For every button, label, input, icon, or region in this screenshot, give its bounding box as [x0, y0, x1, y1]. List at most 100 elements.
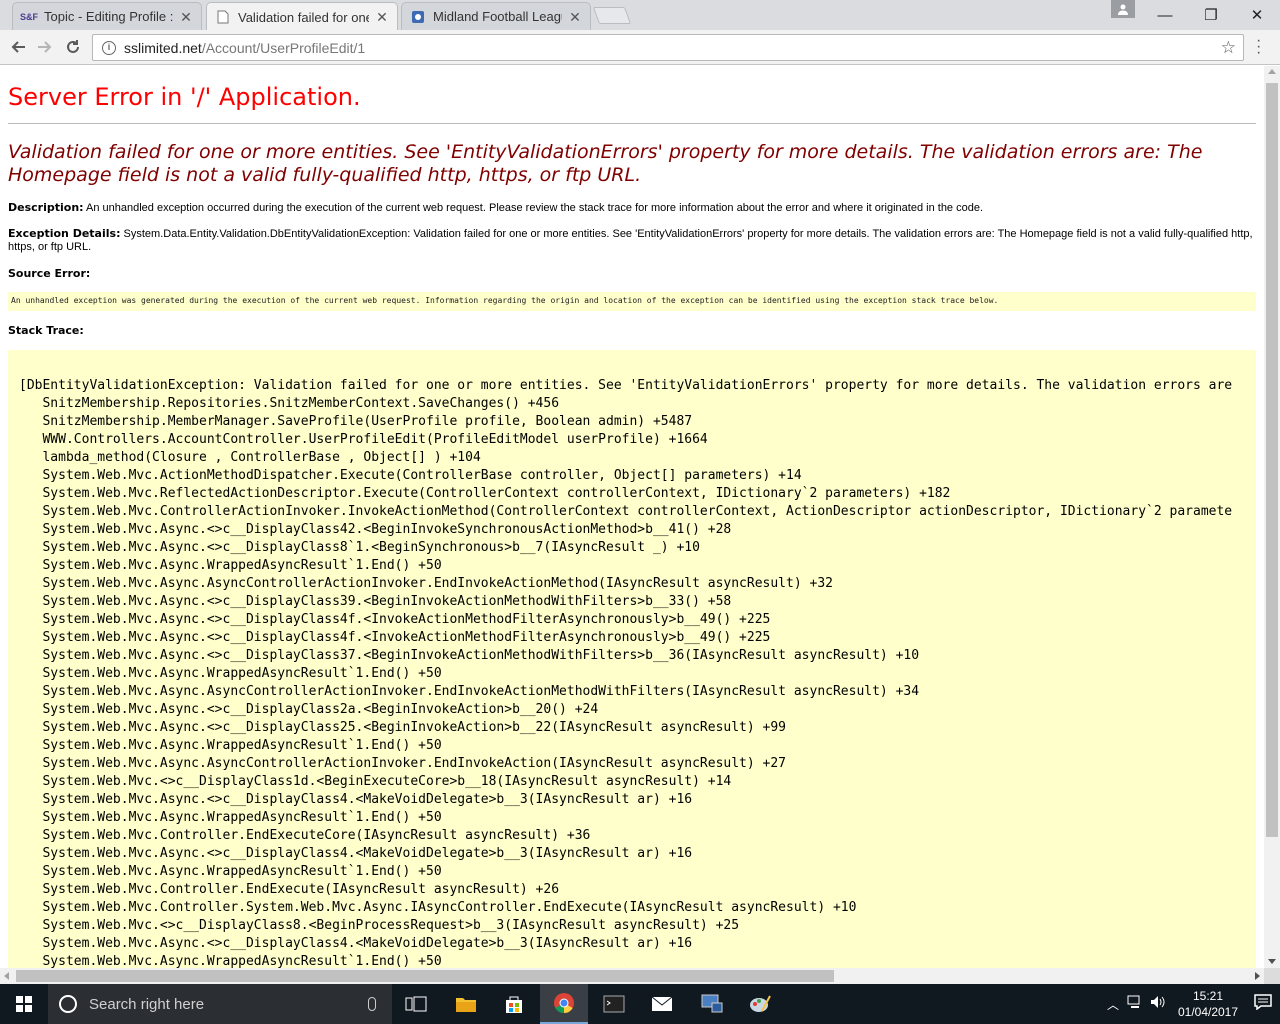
site-info-icon[interactable]: i [102, 40, 116, 55]
clock-time: 15:21 [1192, 989, 1224, 1003]
description-text: An unhandled exception occurred during t… [83, 202, 984, 214]
browser-menu-icon[interactable]: · · · [1256, 33, 1262, 61]
stack-trace-line: [DbEntityValidationException: Validation… [19, 378, 1233, 393]
stack-trace-line: System.Web.Mvc.ControllerActionInvoker.I… [19, 504, 1233, 519]
stack-trace-line: System.Web.Mvc.ActionMethodDispatcher.Ex… [19, 468, 802, 483]
stack-trace-line: System.Web.Mvc.Async.WrappedAsyncResult`… [19, 558, 442, 573]
volume-icon[interactable] [1146, 995, 1170, 1014]
divider [8, 123, 1256, 124]
stack-trace-line: System.Web.Mvc.Async.WrappedAsyncResult`… [19, 864, 442, 879]
site-favicon-icon [410, 9, 426, 25]
stack-trace-line: System.Web.Mvc.ReflectedActionDescriptor… [19, 486, 951, 501]
stack-trace-line: System.Web.Mvc.Controller.EndExecute(IAs… [19, 882, 560, 897]
close-tab-icon[interactable]: ✕ [568, 10, 582, 24]
stack-trace-line: System.Web.Mvc.Async.<>c__DisplayClass37… [19, 648, 920, 663]
bookmark-star-icon[interactable]: ☆ [1221, 38, 1236, 58]
exception-details: Exception Details: System.Data.Entity.Va… [8, 227, 1256, 254]
mail-icon[interactable] [638, 984, 686, 1024]
stack-trace-line: System.Web.Mvc.Async.<>c__DisplayClass39… [19, 594, 732, 609]
start-button[interactable] [0, 984, 48, 1024]
network-icon[interactable] [1124, 995, 1146, 1014]
new-tab-button[interactable] [592, 7, 632, 24]
stack-trace-line: System.Web.Mvc.Async.<>c__DisplayClass4.… [19, 936, 693, 951]
tab-validation-failed[interactable]: Validation failed for one ✕ [206, 2, 398, 31]
stack-trace-line: System.Web.Mvc.Async.WrappedAsyncResult`… [19, 954, 442, 968]
file-explorer-icon[interactable] [442, 984, 490, 1024]
stack-trace-line: System.Web.Mvc.Async.<>c__DisplayClass4.… [19, 792, 693, 807]
error-page: Server Error in '/' Application. Validat… [0, 83, 1264, 968]
clock[interactable]: 15:21 01/04/2017 [1170, 988, 1246, 1020]
reload-icon[interactable] [62, 36, 84, 58]
scroll-up-icon[interactable] [1268, 69, 1276, 74]
stack-trace-line: System.Web.Mvc.Controller.EndExecuteCore… [19, 828, 591, 843]
horizontal-scrollbar[interactable] [0, 968, 1264, 984]
terminal-icon[interactable] [590, 984, 638, 1024]
task-view-icon[interactable] [392, 984, 440, 1024]
vertical-scroll-thumb[interactable] [1266, 83, 1278, 837]
stack-trace-line: System.Web.Mvc.<>c__DisplayClass8.<Begin… [19, 918, 740, 933]
taskbar-search[interactable]: Search right here [48, 984, 392, 1024]
page-title: Server Error in '/' Application. [8, 83, 361, 111]
stack-trace-line: lambda_method(Closure , ControllerBase ,… [19, 450, 481, 465]
windows-logo-icon [16, 996, 32, 1012]
description-label: Description: [8, 201, 84, 214]
clock-date: 01/04/2017 [1177, 1005, 1239, 1019]
scroll-down-icon[interactable] [1268, 959, 1276, 964]
browser-toolbar: i sslimited.net/Account/UserProfileEdit/… [0, 30, 1280, 65]
scroll-left-icon[interactable] [4, 972, 9, 980]
stack-trace-line: System.Web.Mvc.Async.<>c__DisplayClass2a… [19, 702, 599, 717]
exception-label: Exception Details: [8, 227, 121, 240]
network-app-icon[interactable] [688, 984, 736, 1024]
tab-title: Topic - Editing Profile : S [44, 9, 173, 24]
close-tab-icon[interactable]: ✕ [375, 10, 389, 24]
page-favicon-icon [215, 9, 231, 25]
url-host: sslimited.net [124, 39, 202, 56]
minimize-button[interactable]: — [1142, 0, 1188, 30]
stack-trace-line: System.Web.Mvc.Async.AsyncControllerActi… [19, 756, 787, 771]
stack-trace-line: System.Web.Mvc.Async.<>c__DisplayClass42… [19, 522, 732, 537]
window-controls: — ❐ ✕ [1142, 0, 1280, 30]
stack-trace-line: System.Web.Mvc.Async.<>c__DisplayClass4.… [19, 846, 693, 861]
snitz-favicon-icon: S&F [20, 11, 38, 22]
paint-app-icon[interactable] [736, 984, 784, 1024]
stack-trace-line: System.Web.Mvc.Async.<>c__DisplayClass4f… [19, 630, 771, 645]
system-tray: ︿ 15:21 01/04/2017 [1102, 984, 1280, 1024]
notifications-icon[interactable] [1246, 993, 1280, 1015]
close-tab-icon[interactable]: ✕ [179, 10, 193, 24]
tab-title: Validation failed for one [238, 9, 369, 25]
chevron-up-icon[interactable]: ︿ [1102, 996, 1124, 1013]
horizontal-scroll-thumb[interactable] [16, 970, 834, 982]
profile-icon[interactable] [1111, 0, 1135, 18]
stack-trace-line: System.Web.Mvc.Async.<>c__DisplayClass8`… [19, 540, 700, 555]
url-path: /Account/UserProfileEdit/1 [201, 39, 366, 56]
tab-title: Midland Football League [433, 9, 562, 24]
vertical-scrollbar[interactable] [1264, 66, 1280, 968]
forward-arrow-icon[interactable] [34, 36, 56, 58]
store-icon[interactable] [490, 984, 538, 1024]
close-window-button[interactable]: ✕ [1234, 0, 1280, 30]
back-arrow-icon[interactable] [7, 36, 29, 58]
stack-trace-line: System.Web.Mvc.Async.WrappedAsyncResult`… [19, 666, 442, 681]
stack-trace-line: SnitzMembership.MemberManager.SaveProfil… [19, 414, 693, 429]
tab-midland-football[interactable]: Midland Football League ✕ [401, 2, 591, 30]
source-error-heading: Source Error: [8, 267, 91, 280]
microphone-icon[interactable] [368, 997, 376, 1011]
scroll-right-icon[interactable] [1255, 972, 1260, 980]
stack-trace-line: System.Web.Mvc.<>c__DisplayClass1d.<Begi… [19, 774, 732, 789]
stack-trace-line: System.Web.Mvc.Async.WrappedAsyncResult`… [19, 738, 442, 753]
tab-strip: S&F Topic - Editing Profile : S ✕ Valida… [0, 0, 1280, 31]
tab-editing-profile[interactable]: S&F Topic - Editing Profile : S ✕ [12, 2, 202, 30]
stack-trace-line: System.Web.Mvc.Async.WrappedAsyncResult`… [19, 810, 442, 825]
stack-trace-line: SnitzMembership.Repositories.SnitzMember… [19, 396, 560, 411]
chrome-icon[interactable] [540, 984, 588, 1024]
search-placeholder: Search right here [89, 995, 205, 1013]
page-viewport: Server Error in '/' Application. Validat… [0, 66, 1264, 968]
stack-trace-line: System.Web.Mvc.Controller.System.Web.Mvc… [19, 900, 857, 915]
stack-trace-line: System.Web.Mvc.Async.AsyncControllerActi… [19, 576, 833, 591]
taskbar: Search right here ︿ 15:21 01/04/2017 [0, 984, 1280, 1024]
source-error-box: An unhandled exception was generated dur… [8, 292, 1256, 311]
address-bar[interactable]: i sslimited.net/Account/UserProfileEdit/… [92, 34, 1244, 61]
description: Description: An unhandled exception occu… [8, 201, 1256, 215]
restore-button[interactable]: ❐ [1188, 0, 1234, 30]
stack-trace-line: System.Web.Mvc.Async.<>c__DisplayClass25… [19, 720, 787, 735]
